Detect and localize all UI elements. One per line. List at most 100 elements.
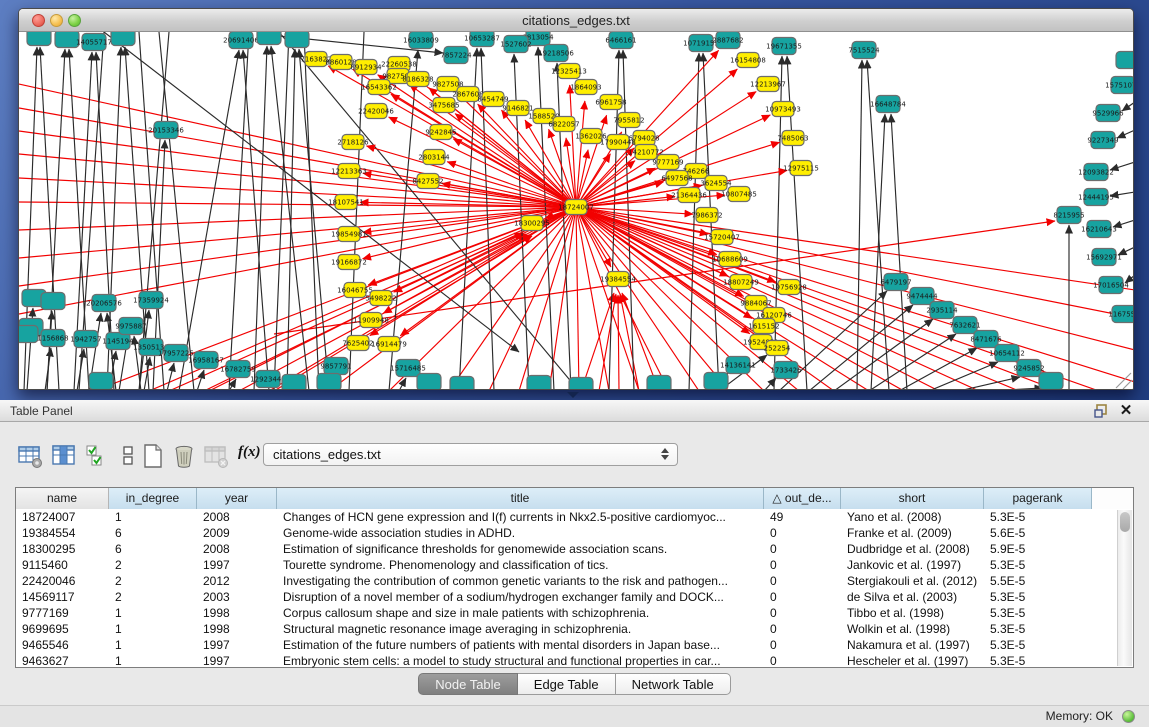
table-cell[interactable]: 19384554 [16,525,109,541]
table-row[interactable]: 911546021997Tourette syndrome. Phenomeno… [16,557,1133,573]
table-cell[interactable]: Investigating the contribution of common… [277,573,764,589]
table-row[interactable]: 1456911722003Disruption of a novel membe… [16,589,1133,605]
table-cell[interactable]: 5.3E-5 [984,605,1092,621]
network-view[interactable]: 1872400771638228860128891293422260538982… [19,32,1134,390]
graph-node[interactable] [285,32,309,48]
delete-trash-icon[interactable] [170,442,198,470]
table-cell[interactable]: 1 [109,637,197,653]
graph-node[interactable] [41,293,65,310]
graph-node[interactable] [111,32,135,46]
tab-node-table[interactable]: Node Table [418,673,518,695]
table-cell[interactable]: 5.3E-5 [984,509,1092,525]
graph-node[interactable] [569,378,593,391]
table-cell[interactable]: 49 [764,509,841,525]
table-cell[interactable]: de Silva et al. (2003) [841,589,984,605]
table-row[interactable]: 977716911998Corpus callosum shape and si… [16,605,1133,621]
table-cell[interactable]: 14569117 [16,589,109,605]
float-panel-icon[interactable] [1093,403,1109,419]
table-row[interactable]: 969969511998Structural magnetic resonanc… [16,621,1133,637]
table-row[interactable]: 946362711997Embryonic stem cells: a mode… [16,653,1133,669]
table-cell[interactable]: 1 [109,653,197,669]
table-cell[interactable]: 1998 [197,605,277,621]
table-cell[interactable]: 2 [109,557,197,573]
table-cell[interactable]: 0 [764,589,841,605]
table-cell[interactable]: 22420046 [16,573,109,589]
table-cell[interactable]: 2003 [197,589,277,605]
table-cell[interactable]: 5.3E-5 [984,637,1092,653]
graph-node[interactable] [257,32,281,45]
graph-node[interactable] [19,326,38,343]
table-cell[interactable]: Hescheler et al. (1997) [841,653,984,669]
table-row[interactable]: 946554611997Estimation of the future num… [16,637,1133,653]
table-cell[interactable]: Franke et al. (2009) [841,525,984,541]
graph-node[interactable] [317,374,341,391]
graph-node[interactable] [27,32,51,46]
table-cell[interactable]: 2012 [197,573,277,589]
vertical-scrollbar[interactable] [1117,510,1132,666]
network-window-titlebar[interactable]: citations_edges.txt [19,9,1133,32]
table-cell[interactable]: 5.9E-5 [984,541,1092,557]
table-cell[interactable]: 18724007 [16,509,109,525]
graph-node[interactable] [1039,373,1063,390]
table-cell[interactable]: Jankovic et al. (1997) [841,557,984,573]
splitter-handle[interactable] [567,392,579,398]
table-cell[interactable]: Structural magnetic resonance image aver… [277,621,764,637]
close-panel-icon[interactable]: ✕ [1117,401,1135,421]
tab-edge-table[interactable]: Edge Table [518,673,616,695]
table-cell[interactable]: 0 [764,605,841,621]
table-cell[interactable]: Yano et al. (2008) [841,509,984,525]
table-cell[interactable]: 2008 [197,541,277,557]
table-cell[interactable]: 1 [109,509,197,525]
show-columns-icon[interactable] [50,442,78,470]
table-cell[interactable]: 9463627 [16,653,109,669]
table-cell[interactable]: Estimation of the future numbers of pati… [277,637,764,653]
graph-node[interactable] [89,373,113,390]
column-header-out_de[interactable]: △ out_de... [764,488,841,509]
table-cell[interactable]: 0 [764,525,841,541]
graph-node[interactable] [647,376,671,391]
table-cell[interactable]: Disruption of a novel member of a sodium… [277,589,764,605]
function-builder-icon[interactable]: f(x) [238,444,261,461]
graph-node[interactable] [704,373,728,390]
table-row[interactable]: 1830029562008Estimation of significance … [16,541,1133,557]
column-header-in_degree[interactable]: in_degree [109,488,197,509]
scrollbar-thumb[interactable] [1120,512,1130,532]
table-select-dropdown[interactable]: citations_edges.txt [263,443,678,466]
table-cell[interactable]: 9465546 [16,637,109,653]
table-settings-icon[interactable] [16,442,44,470]
table-cell[interactable]: Genome-wide association studies in ADHD. [277,525,764,541]
graph-node[interactable] [1116,52,1134,69]
table-cell[interactable]: 1997 [197,653,277,669]
table-cell[interactable]: Stergiakouli et al. (2012) [841,573,984,589]
table-cell[interactable]: Corpus callosum shape and size in male p… [277,605,764,621]
graph-node[interactable] [527,376,551,391]
network-window[interactable]: citations_edges.txt 18724007716382288601… [18,8,1134,390]
table-row[interactable]: 1872400712008Changes of HCN gene express… [16,509,1133,525]
table-cell[interactable]: 2 [109,589,197,605]
row-height-icon[interactable] [114,442,142,470]
table-cell[interactable]: Changes of HCN gene expression and I(f) … [277,509,764,525]
column-header-year[interactable]: year [197,488,277,509]
table-row[interactable]: 1938455462009Genome-wide association stu… [16,525,1133,541]
table-cell[interactable]: Tourette syndrome. Phenomenology and cla… [277,557,764,573]
table-cell[interactable]: 5.6E-5 [984,525,1092,541]
table-cell[interactable]: Nakamura et al. (1997) [841,637,984,653]
table-cell[interactable]: 1998 [197,621,277,637]
table-cell[interactable]: 5.3E-5 [984,589,1092,605]
table-cell[interactable]: Estimation of significance thresholds fo… [277,541,764,557]
table-cell[interactable]: 9115460 [16,557,109,573]
graph-node[interactable] [450,377,474,391]
table-cell[interactable]: 1997 [197,637,277,653]
table-cell[interactable]: 5.3E-5 [984,653,1092,669]
table-row[interactable]: 2242004622012Investigating the contribut… [16,573,1133,589]
delete-table-icon[interactable] [202,442,230,470]
graph-node[interactable] [417,374,441,391]
memory-ok-led-icon[interactable] [1122,710,1135,723]
table-cell[interactable]: 2008 [197,509,277,525]
table-cell[interactable]: 5.3E-5 [984,621,1092,637]
table-cell[interactable]: 2 [109,573,197,589]
table-cell[interactable]: 5.3E-5 [984,557,1092,573]
table-cell[interactable]: 5.5E-5 [984,573,1092,589]
table-cell[interactable]: 18300295 [16,541,109,557]
column-header-pagerank[interactable]: pagerank [984,488,1092,509]
